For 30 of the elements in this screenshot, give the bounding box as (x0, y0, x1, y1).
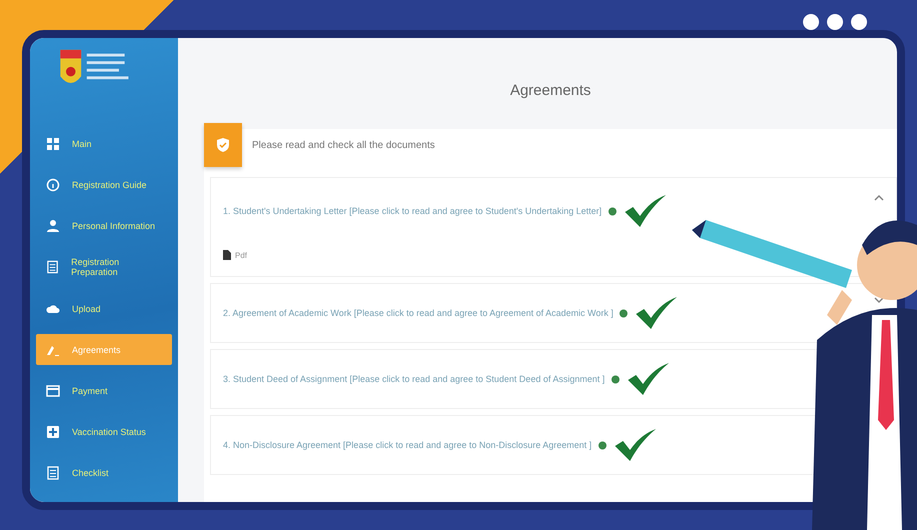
sidebar-item[interactable]: Checklist (36, 458, 172, 489)
card-icon (46, 384, 60, 398)
file-icon (223, 250, 231, 260)
document-link[interactable]: 1. Student's Undertaking Letter [Please click to read and agree to Student's Undertaking Letter] (223, 206, 602, 216)
document-link[interactable]: 3. Student Deed of Assignment [Please click to read and agree to Student Deed of Assignment ] (223, 374, 605, 384)
document-link[interactable]: 4. Non-Disclosure Agreement [Please click to read and agree to Non-Disclosure Agreement ] (223, 440, 592, 450)
sidebar-item[interactable]: Agreements (36, 334, 172, 366)
status-dot-icon (608, 206, 617, 216)
sidebar-item[interactable]: Payment (36, 375, 172, 407)
info-icon (46, 178, 60, 192)
attachment-link[interactable]: Pdf (235, 250, 248, 260)
page-title: Agreements (509, 81, 592, 101)
list-icon (46, 466, 60, 480)
status-dot-icon (619, 308, 628, 318)
chevron-down-icon[interactable] (874, 296, 884, 304)
sidebar-item[interactable]: Vaccination Status (36, 416, 172, 448)
sidebar-item[interactable]: Registration Preparation (36, 252, 172, 284)
grid-icon (46, 136, 60, 151)
sidebar-item[interactable]: Upload (36, 293, 172, 324)
status-dot-icon (610, 374, 620, 384)
status-dot-icon (598, 440, 607, 450)
sidebar-item[interactable]: Personal Information (36, 210, 172, 242)
sidebar-item[interactable]: Main (36, 128, 172, 160)
user-icon (46, 219, 60, 234)
instruction-text: Please read and check all the documents (252, 140, 435, 150)
list-icon (46, 260, 60, 274)
chevron-up-icon[interactable] (874, 194, 884, 202)
sidebar-item[interactable]: Registration Guide (36, 169, 172, 201)
document-link[interactable]: 2. Agreement of Academic Work [Please click to read and agree to Agreement of Academic Work ] (223, 308, 614, 318)
plus-icon (46, 425, 60, 440)
